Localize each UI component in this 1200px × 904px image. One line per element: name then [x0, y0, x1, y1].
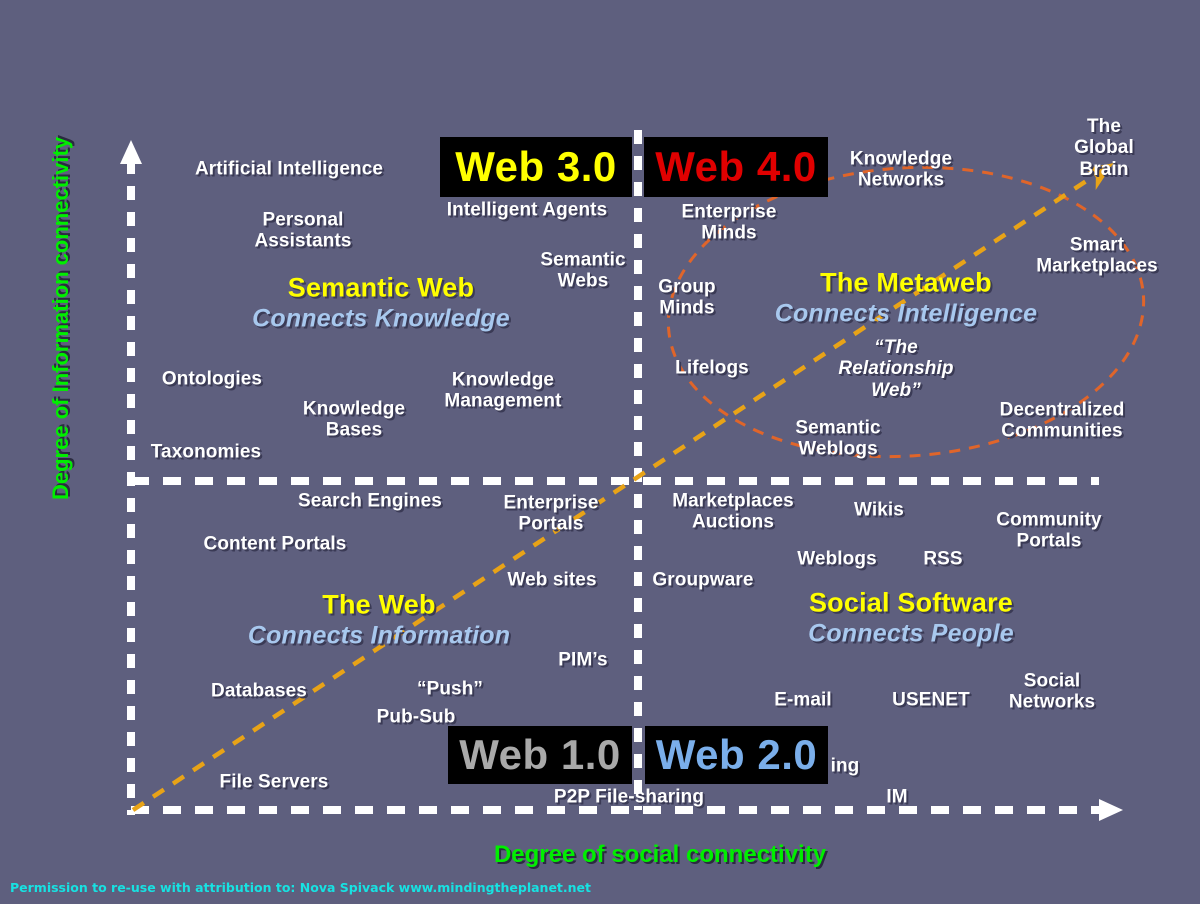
concept-label-search-engines: Search Engines: [298, 490, 442, 512]
concept-label-decentralized-communities: Decentralized Communities: [999, 399, 1125, 442]
attribution-text: Permission to re-use with attribution to…: [10, 880, 592, 895]
y-axis-line: [127, 160, 135, 815]
era-box-label: Web 2.0: [655, 731, 818, 778]
concept-label-relationship-web: “The Relationship Web”: [838, 337, 954, 401]
concept-label-wikis: Wikis: [854, 499, 904, 521]
concept-label-databases: Databases: [211, 680, 307, 702]
era-box-label: Web 3.0: [455, 143, 617, 190]
web-evolution-diagram: Web 3.0 Web 4.0 Web 1.0 Web 2.0 Semantic…: [0, 0, 1200, 904]
quadrant-title-sub: Connects Information: [247, 621, 511, 650]
concept-label-occluded-sharing: ing: [830, 755, 860, 777]
quadrant-title-semantic-web: Semantic Web Connects Knowledge: [252, 273, 510, 334]
concept-label-social-networks: Social Networks: [1008, 670, 1096, 713]
concept-label-intelligent-agents: Intelligent Agents: [446, 199, 608, 221]
concept-label-p2p-file-sharing: P2P File-sharing: [553, 786, 705, 808]
x-axis-arrow-icon: [1099, 799, 1123, 821]
quadrant-title-main: The Web: [322, 589, 436, 620]
concept-label-usenet: USENET: [892, 689, 970, 711]
concept-label-im: IM: [886, 786, 908, 808]
concept-label-artificial-intelligence: Artificial Intelligence: [194, 158, 384, 180]
x-axis-label: Degree of social connectivity: [493, 841, 827, 868]
concept-label-web-sites: Web sites: [507, 569, 597, 591]
concept-label-push: “Push”: [416, 678, 484, 700]
concept-label-rss: RSS: [923, 548, 963, 570]
quadrant-title-the-web: The Web Connects Information: [248, 590, 510, 651]
era-box-web-4-0: Web 4.0: [644, 137, 828, 197]
concept-label-community-portals: Community Portals: [996, 509, 1102, 552]
quadrant-horizontal-divider: [131, 477, 1099, 485]
concept-label-the-global-brain: The Global Brain: [1074, 116, 1134, 180]
era-box-label: Web 1.0: [459, 731, 621, 778]
concept-label-taxonomies: Taxonomies: [150, 441, 262, 463]
quadrant-title-main: Semantic Web: [287, 272, 475, 303]
quadrant-title-main: The Metaweb: [820, 267, 992, 298]
concept-label-enterprise-portals: Enterprise Portals: [503, 492, 599, 535]
concept-label-pub-sub: Pub-Sub: [376, 706, 456, 728]
quadrant-title-metaweb: The Metaweb Connects Intelligence: [775, 268, 1038, 329]
quadrant-title-sub: Connects Intelligence: [774, 299, 1038, 328]
concept-label-personal-assistants: Personal Assistants: [254, 209, 352, 252]
quadrant-title-sub: Connects People: [808, 619, 1014, 648]
concept-label-knowledge-networks: Knowledge Networks: [849, 148, 953, 191]
y-axis-label: Degree of Information connectivity: [48, 136, 73, 500]
era-box-web-1-0: Web 1.0: [448, 726, 632, 784]
era-box-label: Web 4.0: [655, 143, 817, 190]
concept-label-enterprise-minds: Enterprise Minds: [681, 201, 777, 244]
quadrant-title-main: Social Software: [808, 587, 1014, 618]
concept-label-group-minds: Group Minds: [658, 276, 716, 319]
concept-label-groupware: Groupware: [652, 569, 754, 591]
concept-label-marketplaces-auctions: Marketplaces Auctions: [672, 490, 794, 533]
era-box-web-2-0: Web 2.0: [645, 726, 828, 784]
concept-label-email: E-mail: [774, 689, 832, 711]
quadrant-vertical-divider: [634, 130, 642, 810]
quadrant-title-sub: Connects Knowledge: [252, 304, 510, 333]
quadrant-title-social-software: Social Software Connects People: [808, 588, 1014, 649]
concept-label-knowledge-management: Knowledge Management: [444, 369, 562, 412]
concept-label-knowledge-bases: Knowledge Bases: [302, 398, 406, 441]
concept-label-content-portals: Content Portals: [203, 533, 347, 555]
concept-label-lifelogs: Lifelogs: [675, 357, 749, 379]
concept-label-semantic-weblogs: Semantic Weblogs: [795, 417, 881, 460]
concept-label-ontologies: Ontologies: [161, 368, 263, 390]
concept-label-pims: PIM’s: [558, 649, 608, 671]
era-box-web-3-0: Web 3.0: [440, 137, 632, 197]
concept-label-semantic-webs: Semantic Webs: [540, 249, 626, 292]
concept-label-weblogs: Weblogs: [797, 548, 877, 570]
y-axis-arrow-icon: [120, 140, 142, 164]
concept-label-smart-marketplaces: Smart Marketplaces: [1036, 234, 1158, 277]
concept-label-file-servers: File Servers: [219, 771, 329, 793]
